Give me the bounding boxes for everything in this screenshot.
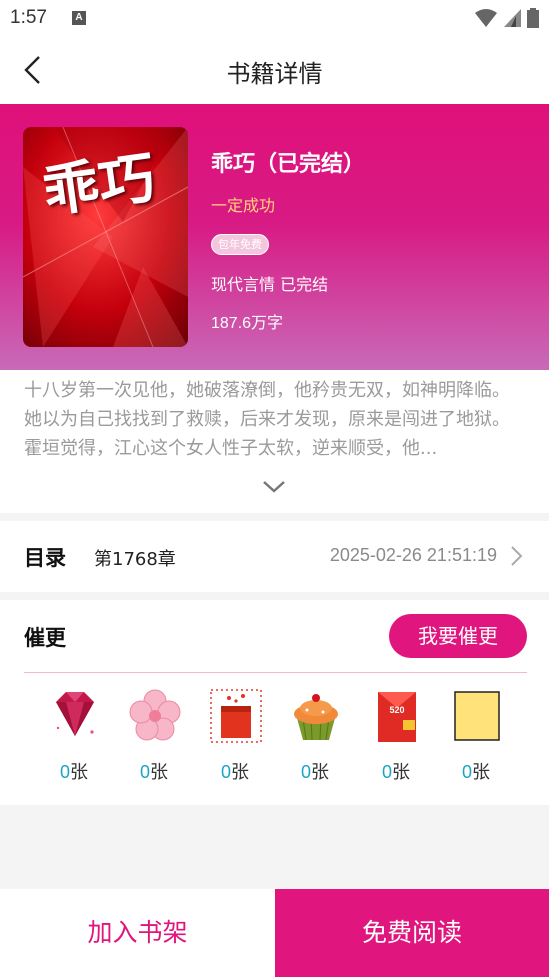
gift-item-cupcake[interactable]: 0张	[274, 684, 356, 794]
description-card: 十八岁第一次见他，她破落潦倒，他矜贵无双，如神明降临。她以为自己找找到了救赎，后…	[0, 370, 549, 513]
book-author[interactable]: 一定成功	[211, 192, 275, 216]
urge-title: 催更	[24, 626, 66, 650]
free-read-button[interactable]: 免费阅读	[275, 889, 549, 977]
book-title: 乖巧（已完结）	[211, 152, 366, 177]
book-description: 十八岁第一次见他，她破落潦倒，他矜贵无双，如神明降临。她以为自己找找到了救赎，后…	[24, 380, 510, 459]
chevron-down-icon[interactable]	[262, 478, 286, 496]
nav-bar: 书籍详情	[0, 36, 549, 104]
chevron-right-icon	[511, 546, 523, 566]
gift-count: 0张	[139, 762, 168, 783]
bottom-action-bar: 加入书架 免费阅读	[0, 889, 549, 977]
gift-item-yellow-card[interactable]: 0张	[435, 684, 517, 794]
urge-button[interactable]: 我要催更	[389, 614, 527, 658]
gift-item-flower[interactable]: 0张	[113, 684, 195, 794]
yellow-card-icon	[454, 691, 500, 741]
gift-item-gift-box[interactable]: 0张	[194, 684, 276, 794]
diamond-icon	[56, 692, 94, 736]
cupcake-icon	[294, 694, 338, 741]
update-time: 2025-02-26 21:51:19	[329, 545, 497, 565]
catalog-row[interactable]: 目录 第1768章 2025-02-26 21:51:19	[0, 521, 549, 592]
gift-list: 0张 0张 0张 0张 520 0张 0张	[33, 684, 523, 794]
gift-item-red-envelope[interactable]: 520 0张	[355, 684, 437, 794]
flower-icon	[129, 689, 181, 741]
book-word-count: 187.6万字	[211, 315, 284, 332]
urge-update-card: 催更 我要催更 0张 0张 0张 0张 520 0张 0张	[0, 600, 549, 805]
gift-count: 0张	[59, 762, 88, 783]
wifi-icon	[475, 9, 497, 27]
gift-count: 0张	[461, 762, 490, 783]
cover-title-text: 乖巧	[38, 144, 159, 226]
signal-icon	[504, 9, 521, 27]
gift-item-diamond[interactable]: 0张	[33, 684, 115, 794]
status-icons	[475, 8, 539, 28]
status-time: 1:57	[10, 7, 47, 28]
gift-count: 0张	[220, 762, 249, 783]
gift-count: 0张	[381, 762, 410, 783]
battery-icon	[527, 8, 539, 28]
notification-icon: A	[72, 11, 86, 25]
add-to-shelf-button[interactable]: 加入书架	[0, 889, 275, 977]
status-bar: 1:57 A	[0, 0, 549, 36]
free-badge: 包年免费	[211, 234, 269, 255]
red-envelope-icon	[378, 692, 416, 742]
gift-box-icon	[210, 689, 262, 743]
red-envelope-label: 520	[389, 705, 405, 715]
latest-chapter: 第1768章	[94, 549, 176, 570]
divider	[24, 672, 527, 673]
page-title: 书籍详情	[226, 60, 323, 88]
book-genre: 现代言情 已完结	[211, 275, 329, 294]
gift-count: 0张	[300, 762, 329, 783]
catalog-label: 目录	[24, 546, 66, 570]
